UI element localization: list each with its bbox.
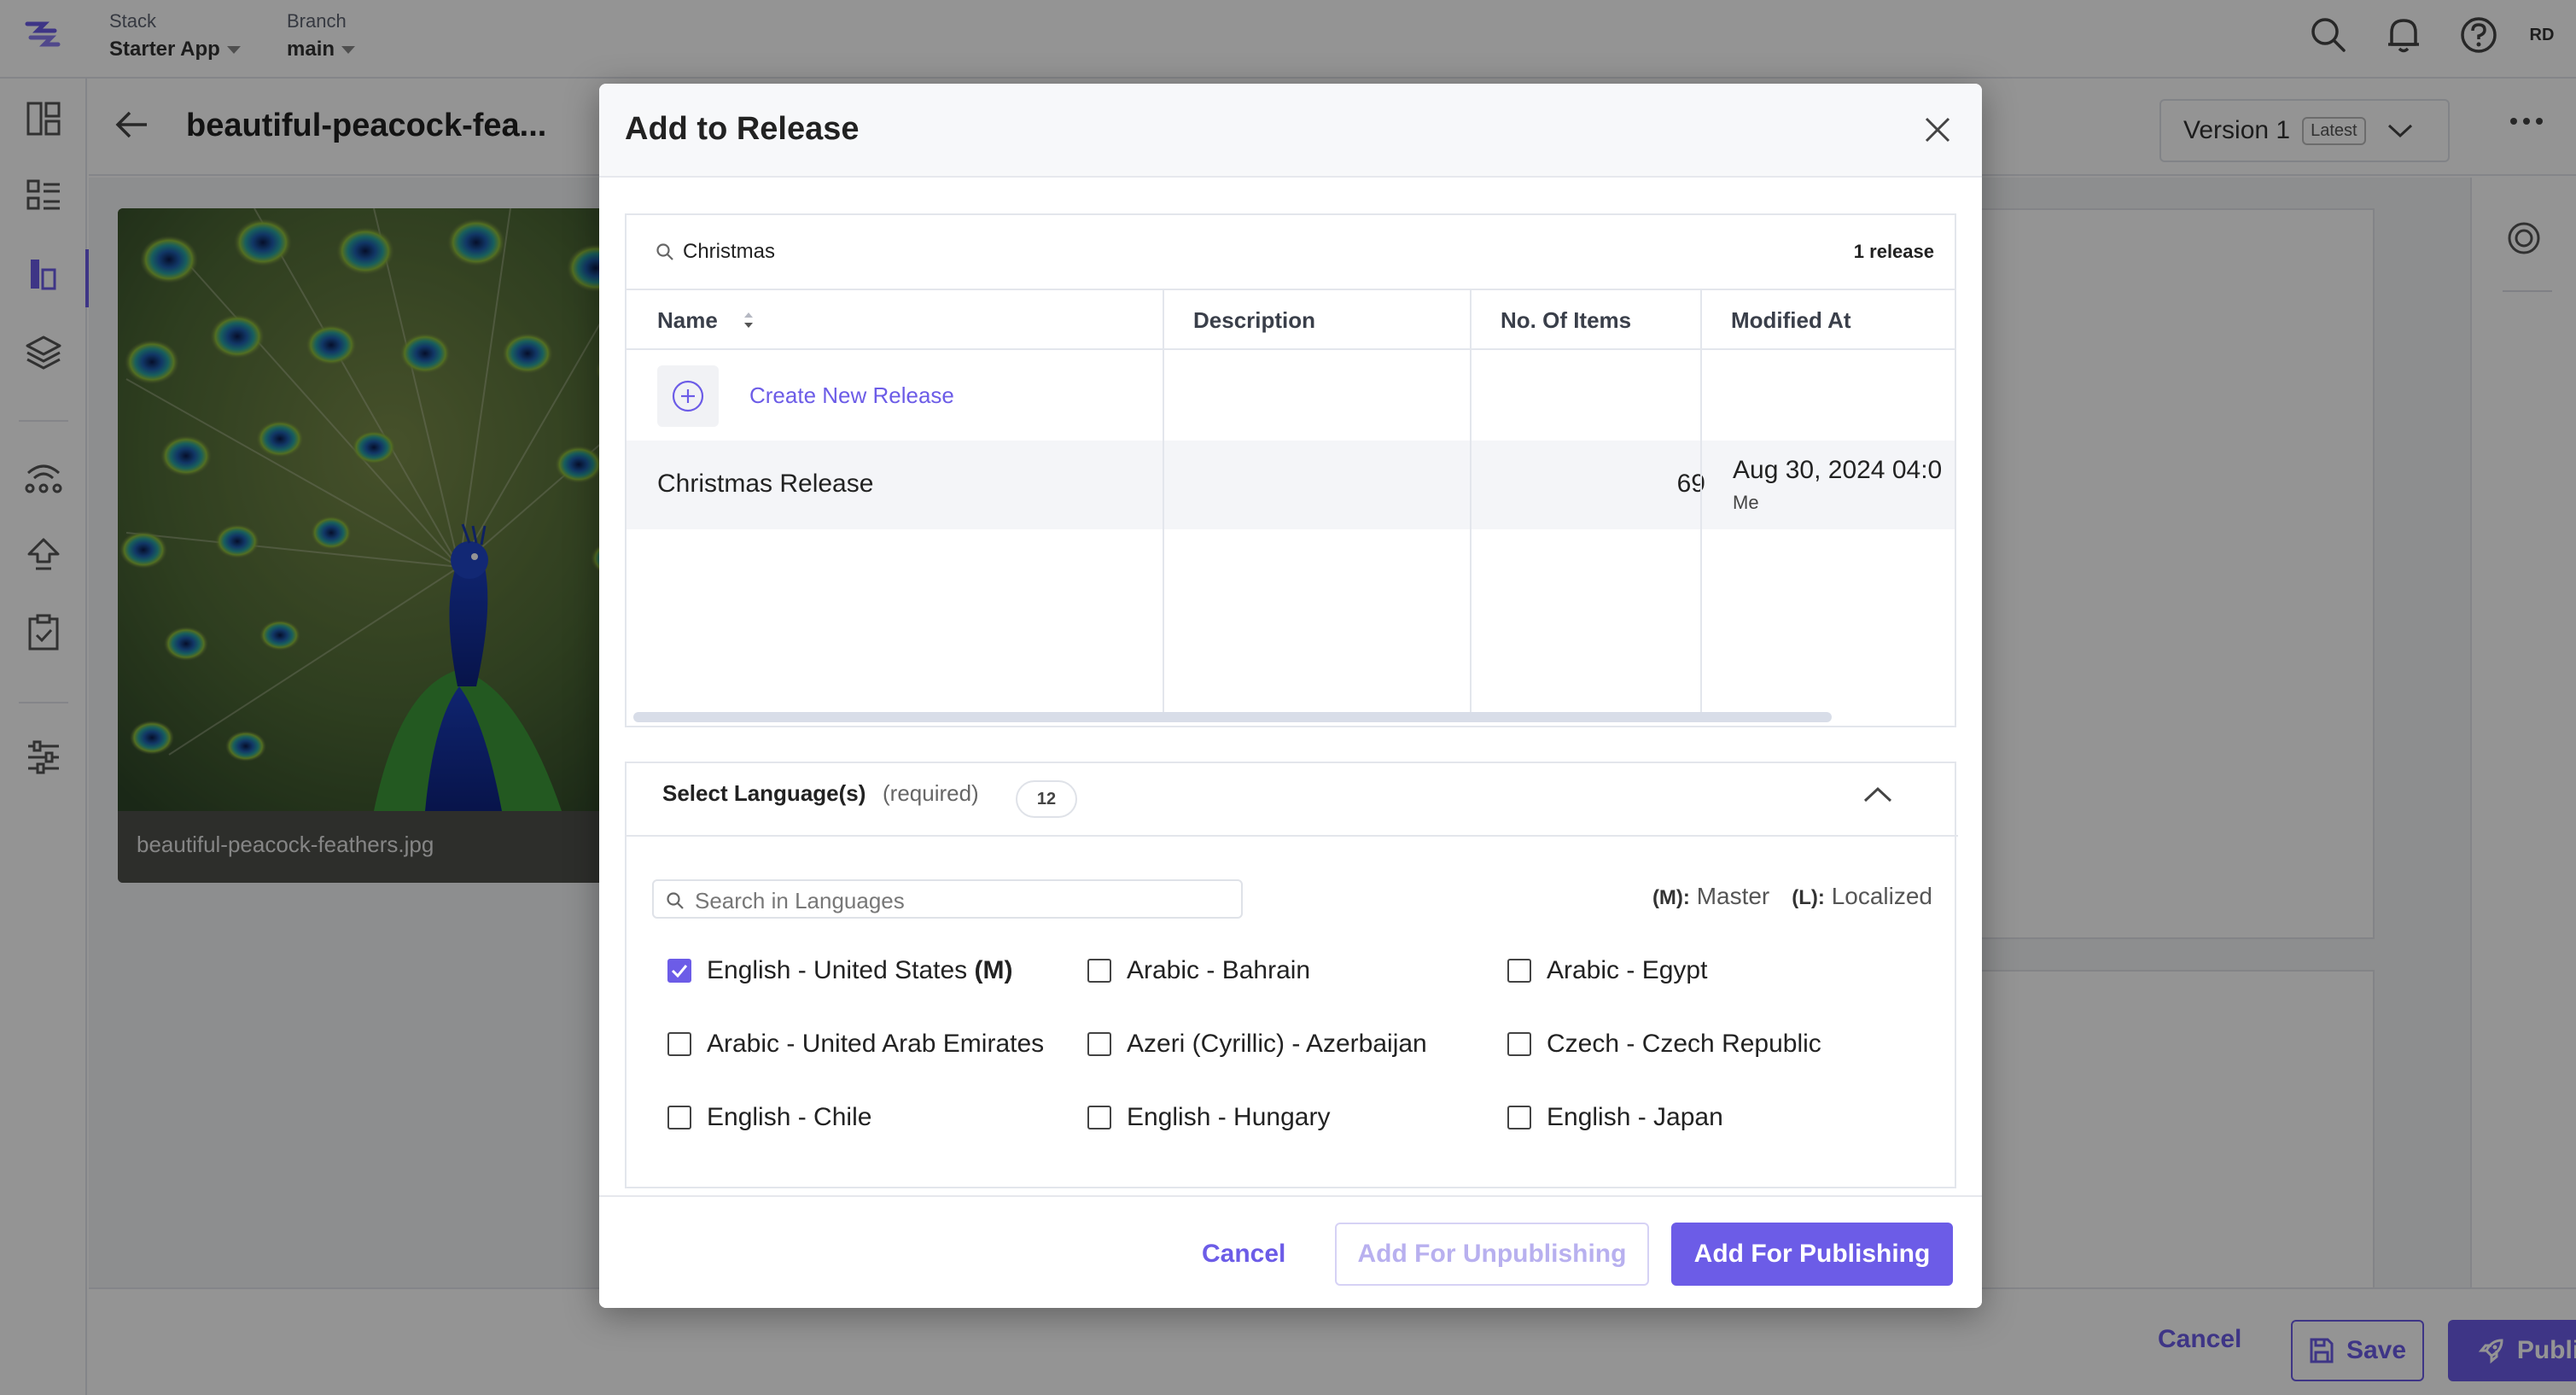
language-label: Azeri (Cyrillic) - Azerbaijan <box>1127 1030 1427 1058</box>
language-search-placeholder: Search in Languages <box>695 888 905 913</box>
modal-title: Add to Release <box>625 111 860 147</box>
language-count-badge: 12 <box>1016 780 1077 818</box>
language-selector: Select Language(s) (required) 12 Search … <box>625 762 1958 1188</box>
language-search-input[interactable]: Search in Languages <box>652 879 1243 919</box>
language-label: English - Japan <box>1547 1103 1723 1131</box>
language-option[interactable]: Arabic - United Arab Emirates <box>667 1030 1044 1059</box>
table-row[interactable]: Christmas Release 69 Aug 30, 2024 04:0 M… <box>627 441 1955 529</box>
search-icon <box>667 892 684 909</box>
create-new-release-row[interactable]: Create New Release <box>627 350 1955 441</box>
column-divider <box>1163 290 1164 714</box>
language-option[interactable]: English - United States (M) <box>667 956 1012 985</box>
column-divider <box>1470 290 1472 714</box>
legend-master: Master <box>1696 883 1770 909</box>
search-icon <box>656 243 673 260</box>
horizontal-scrollbar[interactable] <box>633 712 1832 722</box>
sort-icon[interactable] <box>742 310 755 330</box>
checkbox[interactable] <box>1087 959 1111 983</box>
modal-header: Add to Release <box>599 84 1982 178</box>
release-list-box: Christmas 1 release Name Description No.… <box>625 213 1956 727</box>
language-option[interactable]: Czech - Czech Republic <box>1507 1030 1821 1059</box>
language-option[interactable]: English - Hungary <box>1087 1103 1330 1132</box>
chevron-up-icon[interactable] <box>1862 785 1893 804</box>
column-header-items: No. Of Items <box>1470 290 1631 350</box>
legend-localized-key: (L): <box>1792 886 1825 909</box>
language-option[interactable]: English - Japan <box>1507 1103 1723 1132</box>
language-legend: (M): Master (L): Localized <box>1652 883 1932 910</box>
add-for-unpublishing-button[interactable]: Add For Unpublishing <box>1335 1223 1649 1286</box>
master-tag: (M) <box>974 956 1013 984</box>
checkbox[interactable] <box>1507 959 1531 983</box>
column-header-description: Description <box>1163 290 1315 350</box>
release-search-input[interactable]: Christmas <box>683 240 775 264</box>
required-note: (required) <box>883 780 979 806</box>
table-header: Name Description No. Of Items Modified A… <box>627 290 1955 350</box>
legend-localized: Localized <box>1831 883 1932 909</box>
language-label: English - Hungary <box>1127 1103 1331 1131</box>
language-option[interactable]: Arabic - Bahrain <box>1087 956 1310 985</box>
close-icon[interactable] <box>1920 113 1955 147</box>
legend-master-key: (M): <box>1652 886 1690 909</box>
column-label: Description <box>1193 306 1316 333</box>
language-label: English - Chile <box>707 1103 872 1131</box>
language-label: Czech - Czech Republic <box>1547 1030 1821 1058</box>
column-label: Modified At <box>1731 306 1851 333</box>
checkbox[interactable] <box>667 1032 691 1056</box>
modal-footer: Cancel Add For Unpublishing Add For Publ… <box>599 1195 1982 1308</box>
language-section-title: Select Language(s) <box>662 780 866 806</box>
checkbox-checked[interactable] <box>667 959 691 983</box>
add-to-release-modal: Add to Release Christmas 1 release Name … <box>599 84 1982 1308</box>
language-label: Arabic - Egypt <box>1547 956 1708 984</box>
column-label: Name <box>657 306 718 333</box>
release-modified-by: Me <box>1733 492 1759 513</box>
create-new-release-link[interactable]: Create New Release <box>749 382 954 409</box>
column-header-modified: Modified At <box>1700 290 1851 350</box>
release-search-bar: Christmas 1 release <box>627 215 1955 290</box>
language-label: Arabic - United Arab Emirates <box>707 1030 1045 1058</box>
language-label: Arabic - Bahrain <box>1127 956 1311 984</box>
language-section-header[interactable]: Select Language(s) (required) 12 <box>627 763 1958 837</box>
language-option[interactable]: Azeri (Cyrillic) - Azerbaijan <box>1087 1030 1427 1059</box>
release-count: 1 release <box>1853 241 1934 262</box>
release-name-cell: Christmas Release <box>657 470 874 498</box>
column-divider <box>1700 290 1702 714</box>
modal-cancel-button[interactable]: Cancel <box>1202 1240 1285 1269</box>
checkbox[interactable] <box>1507 1032 1531 1056</box>
add-circle-icon[interactable] <box>657 365 719 427</box>
language-option[interactable]: Arabic - Egypt <box>1507 956 1707 985</box>
checkbox[interactable] <box>1087 1106 1111 1129</box>
language-option[interactable]: English - Chile <box>667 1103 871 1132</box>
language-label: English - United States <box>707 956 968 984</box>
release-items-cell: 69 <box>1676 470 1705 498</box>
checkbox[interactable] <box>667 1106 691 1129</box>
column-header-name[interactable]: Name <box>627 290 755 350</box>
column-label: No. Of Items <box>1501 306 1632 333</box>
checkbox[interactable] <box>1087 1032 1111 1056</box>
checkbox[interactable] <box>1507 1106 1531 1129</box>
release-modified-cell: Aug 30, 2024 04:0 <box>1733 456 1943 484</box>
add-for-publishing-button[interactable]: Add For Publishing <box>1671 1223 1953 1286</box>
